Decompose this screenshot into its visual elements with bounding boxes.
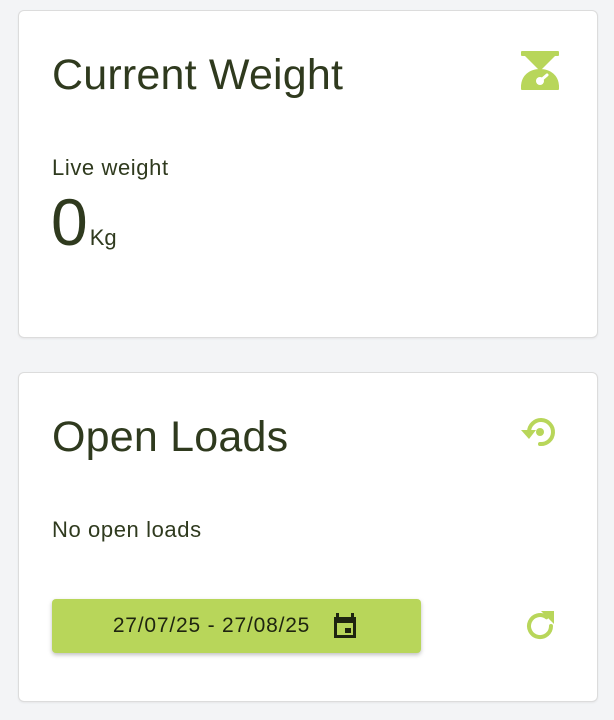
open-loads-card: Open Loads No open loads 27/07/25 - 27/0… — [18, 372, 598, 702]
current-weight-card: Current Weight Live weight 0 Kg — [18, 10, 598, 338]
weight-readout: 0 Kg — [51, 189, 117, 255]
history-icon[interactable] — [517, 409, 563, 455]
live-weight-label: Live weight — [52, 155, 169, 180]
weight-number: 0 — [51, 185, 88, 259]
open-loads-title: Open Loads — [52, 413, 289, 461]
current-weight-title: Current Weight — [52, 51, 344, 99]
date-range-text: 27/07/25 - 27/08/25 — [112, 614, 311, 637]
date-range-button[interactable]: 27/07/25 - 27/08/25 — [52, 599, 421, 653]
calendar-icon — [334, 613, 357, 638]
refresh-icon[interactable] — [521, 607, 559, 645]
open-loads-status: No open loads — [52, 517, 202, 542]
weight-unit: Kg — [89, 225, 117, 250]
scale-icon — [521, 51, 559, 90]
